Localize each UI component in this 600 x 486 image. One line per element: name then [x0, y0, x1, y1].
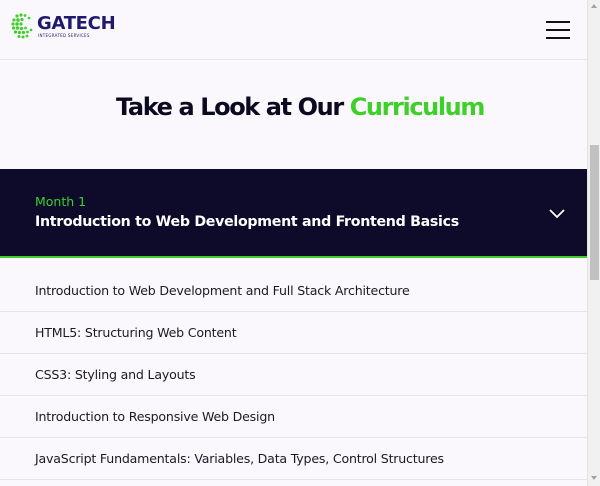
globe-logo-icon	[11, 13, 33, 39]
vertical-scrollbar[interactable]	[587, 0, 600, 486]
site-header: GATECH INTEGRATED SERVICES	[0, 0, 587, 60]
month-accordion-header[interactable]: Month 1 Introduction to Web Development …	[0, 169, 587, 258]
chevron-down-icon[interactable]	[549, 207, 565, 219]
list-item[interactable]: Introduction to Responsive Web Design	[0, 396, 587, 438]
section-heading: Take a Look at Our Curriculum	[0, 93, 600, 121]
logo-tagline: INTEGRATED SERVICES	[38, 33, 90, 38]
logo-name: GATECH	[37, 13, 116, 34]
heading-accent: Curriculum	[349, 93, 486, 121]
month-label: Month 1	[35, 194, 87, 209]
scroll-down-arrow-icon[interactable]	[591, 476, 597, 480]
hamburger-menu-icon[interactable]	[546, 21, 570, 39]
brand-logo[interactable]: GATECH INTEGRATED SERVICES	[11, 12, 116, 40]
list-item[interactable]: CSS3: Styling and Layouts	[0, 354, 587, 396]
list-item[interactable]: JavaScript Fundamentals: Variables, Data…	[0, 438, 587, 480]
scroll-up-arrow-icon[interactable]	[591, 4, 597, 8]
topic-list: Introduction to Web Development and Full…	[0, 270, 587, 480]
scrollbar-thumb[interactable]	[590, 145, 599, 280]
heading-prefix: Take a Look at Our	[116, 93, 350, 121]
list-item[interactable]: Introduction to Web Development and Full…	[0, 270, 587, 312]
list-item[interactable]: HTML5: Structuring Web Content	[0, 312, 587, 354]
month-title: Introduction to Web Development and Fron…	[35, 214, 459, 230]
